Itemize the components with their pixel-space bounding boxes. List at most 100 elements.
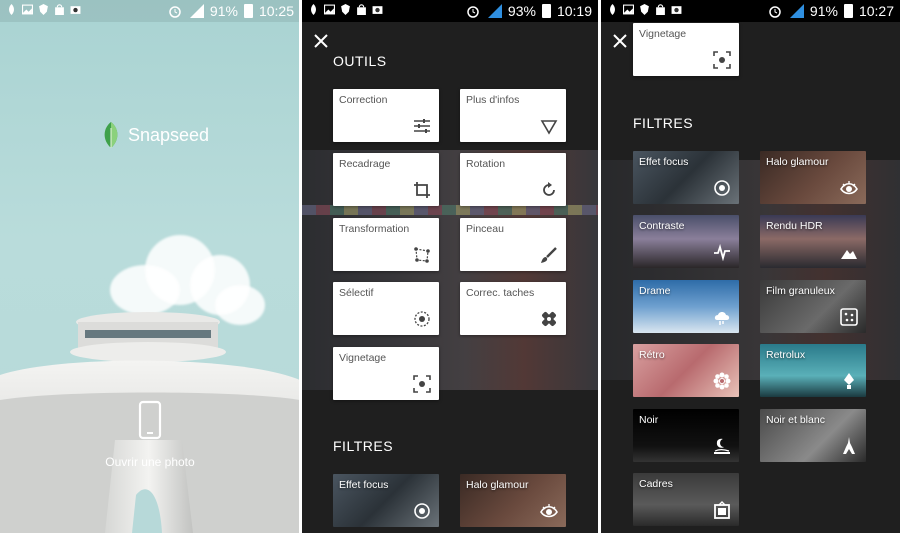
app-logo: Snapseed xyxy=(100,122,209,148)
close-icon[interactable] xyxy=(312,32,330,50)
shield-icon xyxy=(341,4,350,15)
filter-label: Effet focus xyxy=(339,479,389,491)
tool-label: Recadrage xyxy=(339,158,391,170)
welcome-screen: 91% 10:25 Snapseed Ouvrir une photo xyxy=(0,0,300,533)
frame-icon xyxy=(714,501,730,519)
tools-screen: 93% 10:19 OUTILS Correction Plus d'infos… xyxy=(302,0,598,533)
filter-card-vintage[interactable]: Rétro xyxy=(633,344,739,397)
filter-card-noir[interactable]: Noir xyxy=(633,409,739,462)
filters-screen: 91% 10:27 Vignetage FILTRES Effet focus … xyxy=(601,0,900,533)
battery-icon xyxy=(541,4,551,18)
filters-section-title: FILTRES xyxy=(633,115,694,131)
phone-icon xyxy=(138,400,162,440)
tool-label: Rotation xyxy=(466,158,506,170)
open-photo-label: Ouvrir une photo xyxy=(105,455,195,469)
tool-label: Correction xyxy=(339,94,388,106)
tool-label: Vignetage xyxy=(339,352,387,364)
filter-label: Effet focus xyxy=(639,156,689,168)
filter-label: Noir et blanc xyxy=(766,414,825,426)
retrolux-icon xyxy=(844,373,854,389)
signal-icon xyxy=(789,4,804,18)
filter-label: Cadres xyxy=(639,478,673,490)
tool-label: Pinceau xyxy=(466,223,504,235)
alarm-icon xyxy=(467,6,479,18)
tool-label: Transformation xyxy=(339,223,410,235)
tool-card-details[interactable]: Plus d'infos xyxy=(460,89,566,142)
tool-card-transform[interactable]: Transformation xyxy=(333,218,439,271)
filter-card-hdr-scape[interactable]: Rendu HDR xyxy=(760,215,866,268)
perspective-icon xyxy=(414,247,430,263)
filter-card-lens-blur[interactable]: Effet focus xyxy=(633,151,739,204)
filter-label: Noir xyxy=(639,414,659,426)
open-photo-button[interactable]: Ouvrir une photo xyxy=(0,400,300,469)
grain-icon xyxy=(840,308,858,326)
tool-label: Plus d'infos xyxy=(466,94,520,106)
eye-icon xyxy=(840,181,858,195)
alarm-icon xyxy=(169,6,181,18)
brush-icon xyxy=(541,247,557,263)
tool-card-vignette[interactable]: Vignetage xyxy=(633,23,739,76)
filter-label: Contraste xyxy=(639,220,685,232)
filter-label: Halo glamour xyxy=(766,156,829,168)
battery-percent: 91% xyxy=(209,3,238,19)
notification-icon xyxy=(311,4,316,15)
filter-card-drama[interactable]: Drame xyxy=(633,280,739,333)
focus-icon xyxy=(714,180,730,196)
image-icon xyxy=(623,4,634,15)
flower-icon xyxy=(713,372,731,390)
shield-icon xyxy=(640,4,649,15)
filter-card-frames[interactable]: Cadres xyxy=(633,473,739,526)
tools-section-title: OUTILS xyxy=(333,53,387,69)
battery-percent: 93% xyxy=(507,3,536,19)
filter-card-grainy-film[interactable]: Film granuleux xyxy=(760,280,866,333)
filter-card-retrolux[interactable]: Retrolux xyxy=(760,344,866,397)
triangle-down-icon xyxy=(540,120,558,135)
status-bar: 93% 10:19 xyxy=(302,0,598,22)
camera-icon xyxy=(372,6,383,14)
battery-icon xyxy=(243,4,253,18)
image-icon xyxy=(22,4,33,15)
alarm-icon xyxy=(769,6,781,18)
filter-label: Rendu HDR xyxy=(766,220,823,232)
camera-icon xyxy=(671,6,682,14)
close-icon[interactable] xyxy=(611,32,629,50)
filter-card-black-white[interactable]: Noir et blanc xyxy=(760,409,866,462)
filter-card-tonal-contrast[interactable]: Contraste xyxy=(633,215,739,268)
status-bar: 91% 10:27 xyxy=(601,0,900,22)
pulse-icon xyxy=(714,243,730,261)
store-icon xyxy=(55,4,64,15)
filter-card-glamour-glow[interactable]: Halo glamour xyxy=(460,474,566,527)
store-icon xyxy=(656,4,665,15)
storm-cloud-icon xyxy=(714,312,730,325)
status-bar: 91% 10:25 xyxy=(0,0,300,22)
image-icon xyxy=(324,4,335,15)
notification-icon xyxy=(610,4,615,15)
tool-label: Vignetage xyxy=(639,28,687,40)
vignette-icon xyxy=(413,375,431,393)
focus-icon xyxy=(414,503,430,519)
eiffel-icon xyxy=(843,437,855,454)
tool-card-crop[interactable]: Recadrage xyxy=(333,153,439,206)
rotate-icon xyxy=(543,182,555,196)
snapseed-leaf-icon xyxy=(104,122,118,148)
filter-label: Drame xyxy=(639,285,671,297)
filter-card-lens-blur[interactable]: Effet focus xyxy=(333,474,439,527)
filters-section-title: FILTRES xyxy=(333,438,394,454)
tool-card-selective[interactable]: Sélectif xyxy=(333,282,439,335)
tool-card-brush[interactable]: Pinceau xyxy=(460,218,566,271)
filter-label: Halo glamour xyxy=(466,479,529,491)
camera-icon xyxy=(70,6,81,14)
clock: 10:27 xyxy=(858,3,894,19)
filter-card-glamour-glow[interactable]: Halo glamour xyxy=(760,151,866,204)
tool-card-healing[interactable]: Correc. taches xyxy=(460,282,566,335)
mountains-icon xyxy=(841,250,857,259)
selective-icon xyxy=(414,311,430,327)
signal-icon xyxy=(189,4,204,18)
tool-card-vignette[interactable]: Vignetage xyxy=(333,347,439,400)
tool-label: Correc. taches xyxy=(466,287,535,299)
vignette-icon xyxy=(713,51,731,69)
tool-card-rotate[interactable]: Rotation xyxy=(460,153,566,206)
notification-icon xyxy=(9,4,14,15)
tool-card-correction[interactable]: Correction xyxy=(333,89,439,142)
background-photo-stripes xyxy=(302,205,598,215)
